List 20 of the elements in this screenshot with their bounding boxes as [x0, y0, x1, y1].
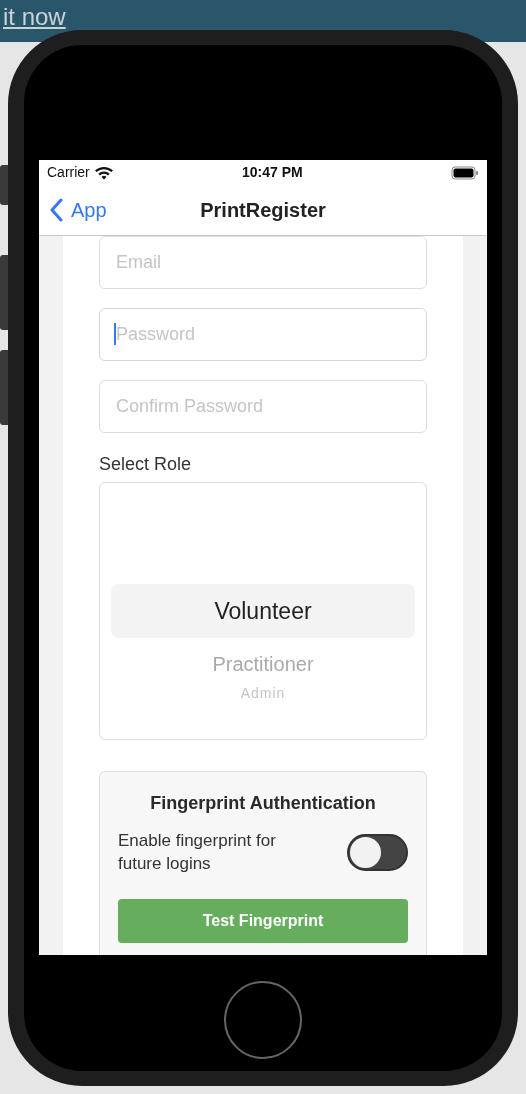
- clock-time: 10:47 PM: [242, 164, 303, 180]
- input-field[interactable]: Confirm Password: [99, 380, 427, 433]
- toggle-label: Enable fingerprint for future logins: [118, 830, 277, 875]
- wifi-icon: [93, 165, 114, 180]
- picker-option[interactable]: Practitioner: [212, 653, 314, 675]
- field-label: Select Role: [99, 454, 192, 474]
- back-chevron-icon: [49, 198, 63, 222]
- link[interactable]: it now: [3, 4, 66, 31]
- test-fingerprint-button[interactable]: Test Fingerprint: [118, 899, 408, 943]
- screen-title: PrintRegister: [200, 199, 326, 221]
- text-cursor: [114, 323, 116, 345]
- carrier-label: Carrier: [47, 163, 90, 182]
- back-button[interactable]: App: [39, 195, 107, 225]
- toggle-switch[interactable]: [347, 833, 408, 871]
- input-field[interactable]: Email: [99, 236, 427, 289]
- input-field[interactable]: Password: [99, 308, 427, 361]
- role-picker[interactable]: Volunteer Practitioner Admin: [99, 482, 427, 740]
- picker-option[interactable]: Volunteer: [214, 598, 312, 624]
- battery-icon: [451, 165, 479, 180]
- panel-title: Fingerprint Authentication: [150, 793, 376, 813]
